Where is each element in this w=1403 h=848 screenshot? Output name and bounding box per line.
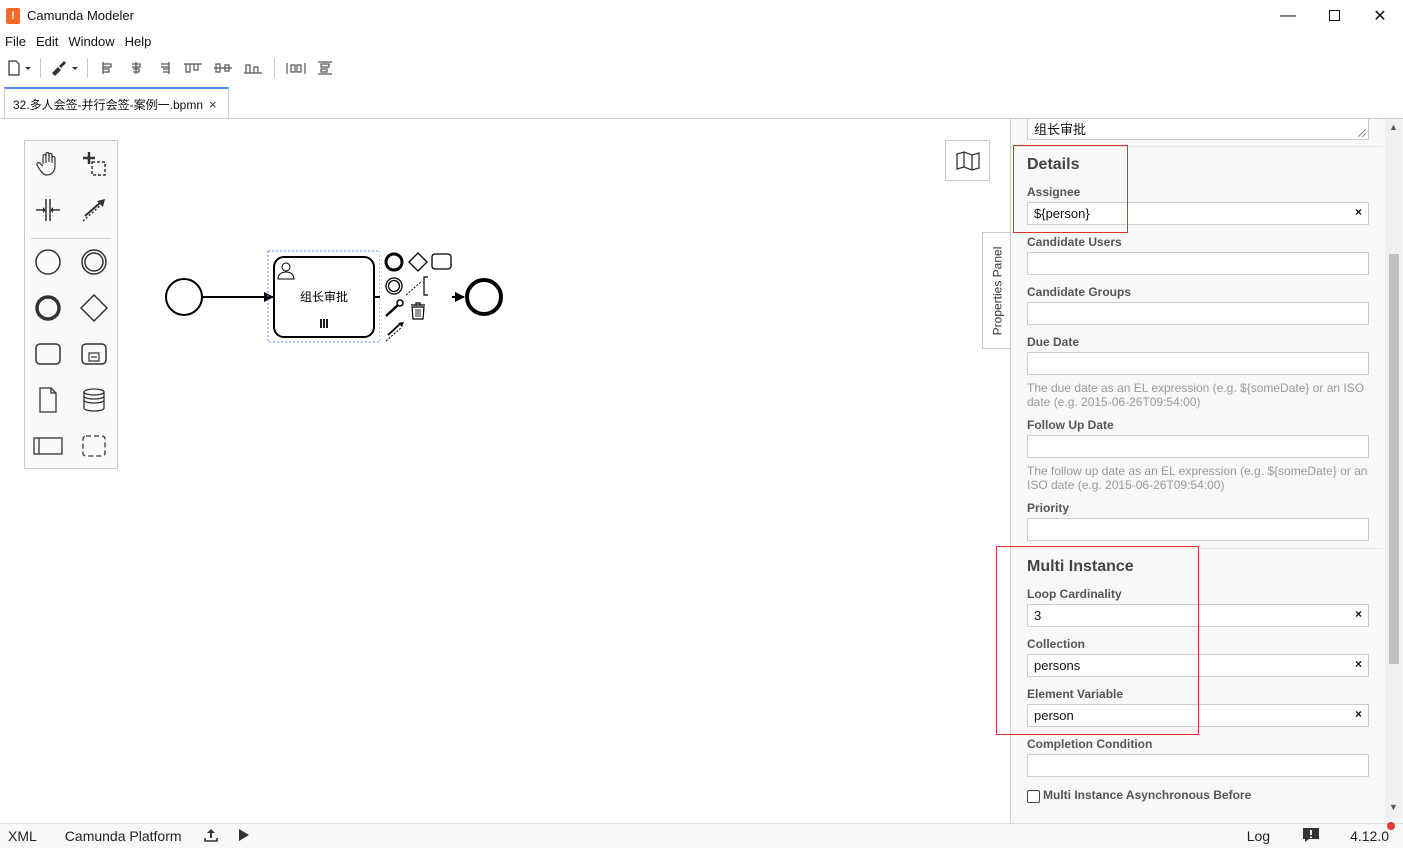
scroll-thumb[interactable] xyxy=(1389,254,1399,664)
close-window-button[interactable]: ✕ xyxy=(1357,0,1403,31)
new-file-icon xyxy=(8,59,31,76)
minimize-button[interactable]: — xyxy=(1265,0,1311,31)
version-text: 4.12.0 xyxy=(1350,828,1389,844)
update-dot-icon xyxy=(1387,822,1395,830)
candidate-users-input[interactable] xyxy=(1027,252,1369,275)
completion-condition-input[interactable] xyxy=(1027,754,1369,777)
camunda-logo-icon: ! xyxy=(6,7,20,24)
parallel-multi-instance-icon xyxy=(320,319,328,328)
maximize-icon xyxy=(1328,10,1340,21)
toolbar-divider xyxy=(274,57,275,78)
menu-help[interactable]: Help xyxy=(120,31,157,52)
title-bar: ! Camunda Modeler — ✕ xyxy=(0,0,1403,31)
task-name: 组长审批 xyxy=(300,289,348,304)
bpmn-diagram: 组长审批 xyxy=(165,250,503,347)
bpmn-canvas[interactable]: 组长审批 xyxy=(0,119,1010,823)
highlight-box-details xyxy=(1013,145,1128,233)
play-icon xyxy=(238,828,249,841)
tab-bpmn-file[interactable]: 32.多人会签-并行会签-案例一.bpmn × xyxy=(4,87,229,119)
follow-up-date-label: Follow Up Date xyxy=(1027,418,1114,432)
deploy-icon xyxy=(203,828,218,842)
completion-condition-label: Completion Condition xyxy=(1027,737,1153,751)
align-right-button[interactable] xyxy=(152,57,176,79)
clear-assignee-icon[interactable]: × xyxy=(1355,205,1362,219)
align-left-icon xyxy=(102,61,112,74)
clear-collection-icon[interactable]: × xyxy=(1355,657,1362,671)
candidate-groups-input[interactable] xyxy=(1027,302,1369,325)
deploy-button[interactable] xyxy=(196,828,226,845)
align-left-button[interactable] xyxy=(96,57,120,79)
align-center-icon xyxy=(132,61,141,74)
start-instance-button[interactable] xyxy=(230,828,258,845)
resize-handle-icon xyxy=(1358,129,1366,137)
scroll-up-icon[interactable]: ▲ xyxy=(1389,122,1398,132)
align-right-icon xyxy=(161,61,170,74)
toolbar-divider xyxy=(40,57,41,78)
properties-panel-toggle[interactable]: Properties Panel xyxy=(982,232,1011,349)
name-textarea[interactable]: 组长审批 xyxy=(1027,119,1369,140)
platform-label: Camunda Platform xyxy=(64,828,182,844)
align-middle-button[interactable] xyxy=(210,57,236,79)
scroll-down-icon[interactable]: ▼ xyxy=(1389,802,1398,812)
distribute-horizontal-icon xyxy=(286,62,306,74)
candidate-users-label: Candidate Users xyxy=(1027,235,1122,249)
align-top-icon xyxy=(184,62,202,73)
name-value: 组长审批 xyxy=(1034,122,1087,137)
distribute-vertical-button[interactable] xyxy=(313,57,337,79)
feedback-button[interactable] xyxy=(1294,827,1328,846)
status-bar: XML Camunda Platform Log 4.12.0 xyxy=(0,822,1403,848)
menu-edit[interactable]: Edit xyxy=(31,31,63,52)
tab-label: 32.多人会签-并行会签-案例一.bpmn xyxy=(13,97,204,112)
align-bottom-button[interactable] xyxy=(240,57,266,79)
minimize-icon: — xyxy=(1280,6,1296,24)
feedback-icon xyxy=(1303,827,1320,842)
due-date-label: Due Date xyxy=(1027,335,1080,349)
async-before-label: Multi Instance Asynchronous Before xyxy=(1043,788,1252,802)
close-icon: ✕ xyxy=(1373,7,1387,25)
user-task[interactable]: 组长审批 xyxy=(273,256,375,338)
candidate-groups-label: Candidate Groups xyxy=(1027,285,1132,299)
priority-label: Priority xyxy=(1027,501,1070,515)
distribute-horizontal-button[interactable] xyxy=(283,57,309,79)
align-top-button[interactable] xyxy=(180,57,206,79)
toolbar xyxy=(0,54,1403,81)
properties-panel-toggle-label: Properties Panel xyxy=(990,246,1004,335)
color-picker-button[interactable] xyxy=(49,57,79,79)
menu-file[interactable]: File xyxy=(0,31,31,52)
paint-brush-icon xyxy=(52,60,78,76)
align-bottom-icon xyxy=(244,63,262,74)
async-before-checkbox[interactable] xyxy=(1027,790,1040,803)
menu-window[interactable]: Window xyxy=(63,31,119,52)
window-title: Camunda Modeler xyxy=(27,8,134,23)
end-event[interactable] xyxy=(465,278,503,316)
log-button[interactable]: Log xyxy=(1239,828,1278,844)
follow-up-date-input[interactable] xyxy=(1027,435,1369,458)
start-event[interactable] xyxy=(165,278,203,316)
follow-up-date-description: The follow up date as an EL expression (… xyxy=(1027,464,1368,492)
clear-element-variable-icon[interactable]: × xyxy=(1355,707,1362,721)
align-middle-icon xyxy=(214,62,232,73)
xml-button[interactable]: XML xyxy=(0,828,45,844)
due-date-description: The due date as an EL expression (e.g. $… xyxy=(1027,381,1365,409)
align-center-button[interactable] xyxy=(124,57,148,79)
version-label[interactable]: 4.12.0 xyxy=(1342,822,1397,844)
highlight-box-multi-instance xyxy=(996,546,1199,735)
new-file-button[interactable] xyxy=(6,57,32,79)
tab-bar: 32.多人会签-并行会签-案例一.bpmn × xyxy=(0,85,1403,119)
toolbar-divider xyxy=(87,57,88,78)
tab-close-icon[interactable]: × xyxy=(209,97,217,112)
properties-scrollbar[interactable]: ▲ ▼ xyxy=(1385,119,1402,819)
maximize-button[interactable] xyxy=(1311,0,1357,31)
clear-loop-cardinality-icon[interactable]: × xyxy=(1355,607,1362,621)
priority-input[interactable] xyxy=(1027,518,1369,541)
due-date-input[interactable] xyxy=(1027,352,1369,375)
context-pad xyxy=(380,251,452,347)
menu-bar: File Edit Window Help xyxy=(0,31,156,52)
distribute-vertical-icon xyxy=(318,60,332,75)
